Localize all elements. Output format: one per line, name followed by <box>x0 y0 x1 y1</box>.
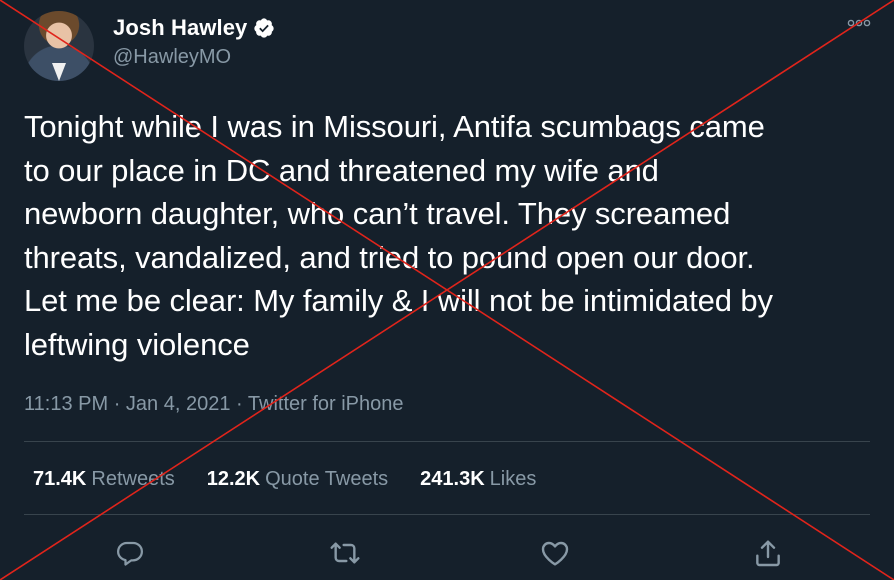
tweet-source[interactable]: Twitter for iPhone <box>248 393 404 415</box>
likes-label: Likes <box>489 468 537 490</box>
likes-count: 241.3K <box>420 468 485 490</box>
like-icon <box>541 541 569 566</box>
tweet-text: Tonight while I was in Missouri, Antifa … <box>24 109 773 362</box>
more-options-icon[interactable] <box>844 14 874 32</box>
likes-stat[interactable]: 241.3K Likes <box>420 466 536 492</box>
retweets-label: Retweets <box>91 468 175 490</box>
reply-button[interactable] <box>113 536 147 570</box>
quote-tweets-label: Quote Tweets <box>265 468 389 490</box>
reply-icon <box>117 541 143 566</box>
tweet-time[interactable]: 11:13 PM <box>24 393 108 415</box>
retweet-icon <box>330 542 360 564</box>
quote-tweets-count: 12.2K <box>206 468 261 490</box>
share-button[interactable] <box>751 536 785 570</box>
retweets-stat[interactable]: 71.4K Retweets <box>33 466 175 492</box>
author-name[interactable]: Josh Hawley <box>113 14 247 42</box>
avatar-shirt-collar <box>52 63 66 81</box>
tweet-actions <box>0 536 894 570</box>
author-name-row[interactable]: Josh Hawley <box>113 14 275 42</box>
verified-badge-icon <box>254 18 275 38</box>
tweet-meta: 11:13 PM · Jan 4, 2021 · Twitter for iPh… <box>24 391 404 417</box>
meta-separator: · <box>236 393 243 415</box>
like-button[interactable] <box>538 536 572 570</box>
tweet-card: Josh Hawley @HawleyMO Tonight while I wa… <box>0 0 894 580</box>
quote-tweets-stat[interactable]: 12.2K Quote Tweets <box>207 466 388 492</box>
divider <box>24 514 870 515</box>
avatar[interactable] <box>24 11 94 81</box>
divider <box>24 441 870 442</box>
retweets-count: 71.4K <box>33 468 87 490</box>
retweet-button[interactable] <box>328 536 362 570</box>
tweet-date[interactable]: Jan 4, 2021 <box>126 393 231 415</box>
author-handle[interactable]: @HawleyMO <box>113 44 231 70</box>
tweet-stats: 71.4K Retweets 12.2K Quote Tweets 241.3K Li… <box>33 466 536 492</box>
share-icon <box>756 540 780 567</box>
meta-separator: · <box>113 393 121 415</box>
